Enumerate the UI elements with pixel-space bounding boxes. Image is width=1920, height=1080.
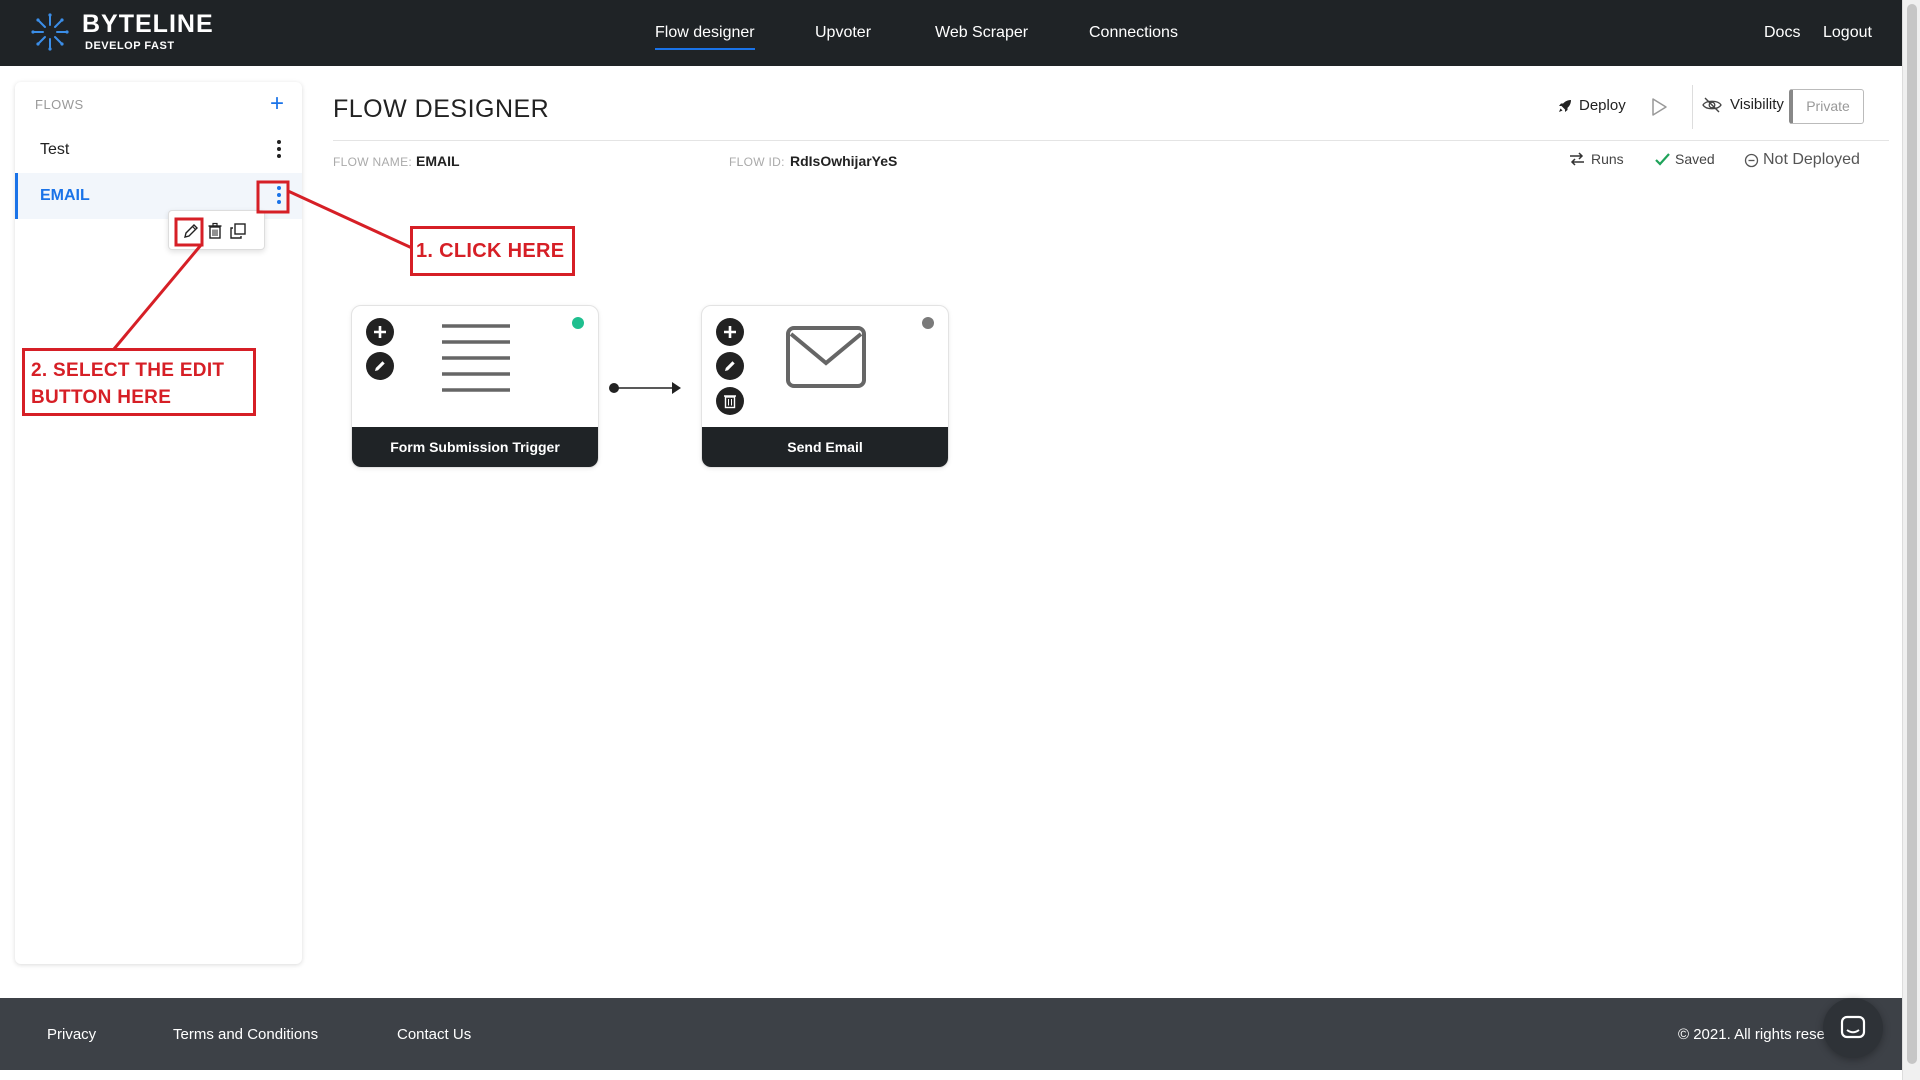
envelope-icon xyxy=(786,326,866,388)
node-connector-arrow xyxy=(609,382,681,394)
flow-name-value: EMAIL xyxy=(416,153,460,169)
edit-icon[interactable] xyxy=(182,222,200,240)
add-step-button[interactable] xyxy=(716,318,744,346)
flow-name-label: FLOW NAME: xyxy=(333,155,413,169)
form-lines-icon xyxy=(442,324,510,392)
edit-node-button[interactable] xyxy=(716,352,744,380)
visibility-label: Visibility xyxy=(1730,96,1784,113)
docs-link[interactable]: Docs xyxy=(1764,24,1800,42)
nav-connections[interactable]: Connections xyxy=(1089,24,1178,42)
trash-icon[interactable] xyxy=(206,222,224,240)
terms-link[interactable]: Terms and Conditions xyxy=(173,1026,318,1043)
node-title: Send Email xyxy=(702,427,948,467)
flow-id-value: RdIsOwhijarYeS xyxy=(790,153,898,169)
chat-launcher-button[interactable] xyxy=(1823,998,1883,1058)
saved-label: Saved xyxy=(1675,151,1715,167)
status-dot xyxy=(572,317,584,329)
annotation-step-2-line2: BUTTON HERE xyxy=(31,387,172,408)
saved-status: Saved xyxy=(1655,151,1715,167)
copyright-text: © 2021. All rights reser xyxy=(1678,1026,1830,1043)
logout-link[interactable]: Logout xyxy=(1823,24,1872,42)
deploy-label: Deploy xyxy=(1579,97,1626,114)
eye-slash-icon xyxy=(1702,97,1722,112)
plus-icon xyxy=(724,326,736,338)
flow-id-label: FLOW ID: xyxy=(729,155,785,169)
flow-node-send-email[interactable]: Send Email xyxy=(701,305,949,468)
flow-item-label: Test xyxy=(40,141,70,158)
page-scrollbar[interactable] xyxy=(1902,0,1920,1080)
annotation-step-1: 1. CLICK HERE xyxy=(410,226,575,276)
runs-button[interactable]: Runs xyxy=(1569,151,1624,167)
footer: Privacy Terms and Conditions Contact Us … xyxy=(0,998,1902,1070)
private-toggle[interactable]: Private xyxy=(1789,89,1864,124)
runs-label: Runs xyxy=(1591,151,1624,167)
status-dot xyxy=(922,317,934,329)
delete-node-button[interactable] xyxy=(716,387,744,415)
minus-circle-icon xyxy=(1744,153,1759,167)
deploy-status-label: Not Deployed xyxy=(1763,151,1860,168)
plus-icon: + xyxy=(269,90,284,117)
trash-icon xyxy=(724,395,736,409)
kebab-menu-icon[interactable] xyxy=(274,184,284,206)
byteline-logo-icon xyxy=(31,13,69,51)
top-navbar: BYTELINE DEVELOP FAST Flow designer Upvo… xyxy=(0,0,1902,66)
nav-web-scraper[interactable]: Web Scraper xyxy=(935,24,1028,42)
flow-actions-popover xyxy=(168,210,265,250)
edit-node-button[interactable] xyxy=(366,352,394,380)
check-icon xyxy=(1655,152,1670,166)
copy-icon[interactable] xyxy=(229,222,247,240)
privacy-link[interactable]: Privacy xyxy=(47,1026,96,1043)
kebab-menu-icon[interactable] xyxy=(274,138,284,160)
add-step-button[interactable] xyxy=(366,318,394,346)
pencil-icon xyxy=(375,361,385,371)
rocket-icon xyxy=(1559,99,1571,112)
logo-tagline: DEVELOP FAST xyxy=(85,40,175,52)
header-divider xyxy=(333,140,1889,141)
flow-node-trigger[interactable]: Form Submission Trigger xyxy=(351,305,599,468)
page-title: FLOW DESIGNER xyxy=(333,95,550,123)
plus-icon xyxy=(374,326,386,338)
logo[interactable]: BYTELINE DEVELOP FAST xyxy=(30,12,214,52)
play-icon[interactable] xyxy=(1650,97,1668,117)
annotation-step-2: 2. SELECT THE EDIT BUTTON HERE xyxy=(22,348,256,416)
divider xyxy=(1692,85,1693,129)
scrollbar-thumb[interactable] xyxy=(1907,4,1917,1064)
visibility-control[interactable]: Visibility xyxy=(1702,96,1784,113)
deploy-status: Not Deployed xyxy=(1744,151,1860,169)
logo-name: BYTELINE xyxy=(82,10,214,38)
flows-heading: FLOWS xyxy=(35,97,84,112)
contact-link[interactable]: Contact Us xyxy=(397,1026,471,1043)
nav-upvoter[interactable]: Upvoter xyxy=(815,24,871,42)
swap-arrows-icon xyxy=(1570,152,1584,166)
node-title: Form Submission Trigger xyxy=(352,427,598,467)
deploy-button[interactable]: Deploy xyxy=(1557,97,1626,114)
chat-icon xyxy=(1840,1015,1866,1039)
add-flow-button[interactable]: + xyxy=(270,90,284,118)
nav-flow-designer[interactable]: Flow designer xyxy=(655,24,755,50)
flow-item-label: EMAIL xyxy=(40,187,90,204)
flow-item-test[interactable]: Test xyxy=(15,127,302,173)
annotation-step-2-line1: 2. SELECT THE EDIT xyxy=(31,360,225,381)
pencil-icon xyxy=(725,361,735,371)
